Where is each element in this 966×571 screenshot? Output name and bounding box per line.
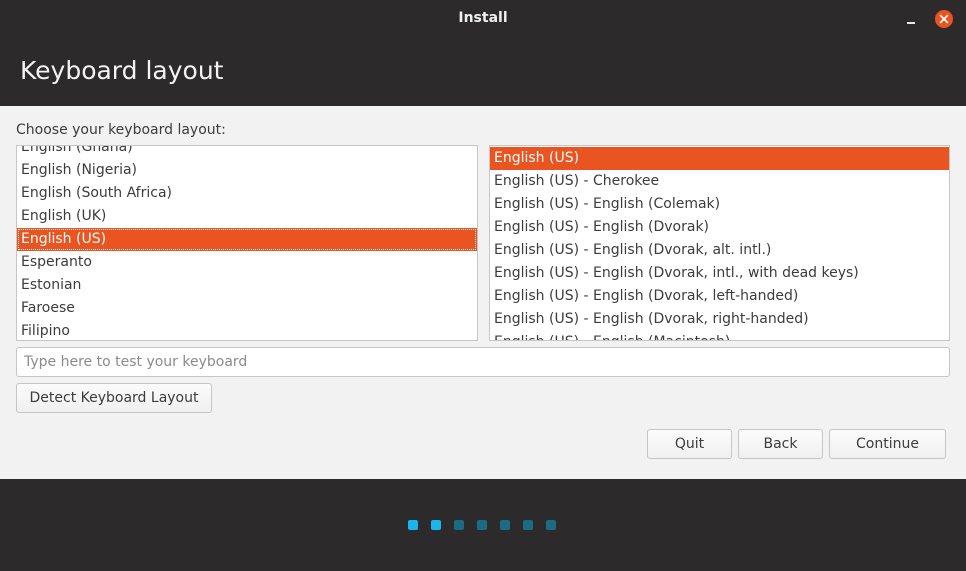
layout-list-item[interactable]: Filipino xyxy=(17,320,477,340)
keyboard-test-input[interactable] xyxy=(16,347,950,377)
layout-list-item[interactable]: Faroese xyxy=(17,297,477,320)
layout-list-item[interactable]: English (South Africa) xyxy=(17,182,477,205)
layout-list-item[interactable]: Esperanto xyxy=(17,251,477,274)
layout-list-item[interactable]: English (Nigeria) xyxy=(17,159,477,182)
variant-list-item[interactable]: English (US) - English (Dvorak) xyxy=(490,216,949,239)
window-titlebar: Install xyxy=(0,0,966,37)
layout-list-item[interactable]: English (US) xyxy=(17,228,477,251)
progress-dot xyxy=(408,520,418,530)
progress-dot xyxy=(500,520,510,530)
detect-layout-button[interactable]: Detect Keyboard Layout xyxy=(16,383,212,413)
page-header: Keyboard layout xyxy=(0,37,966,106)
variant-list-item[interactable]: English (US) - English (Colemak) xyxy=(490,193,949,216)
variant-list-item[interactable]: English (US) - English (Dvorak, left-han… xyxy=(490,285,949,308)
progress-dot xyxy=(431,520,441,530)
progress-dot xyxy=(454,520,464,530)
layout-list-item[interactable]: English (UK) xyxy=(17,205,477,228)
continue-button[interactable]: Continue xyxy=(829,429,946,459)
back-button[interactable]: Back xyxy=(738,429,823,459)
variant-list[interactable]: English (US) English (US) - Cherokee Engli… xyxy=(489,145,950,341)
progress-dot xyxy=(477,520,487,530)
variant-list-rows: English (US) English (US) - Cherokee Engli… xyxy=(490,147,949,340)
variant-list-item[interactable]: English (US) xyxy=(490,147,949,170)
progress-dot xyxy=(546,520,556,530)
progress-dots xyxy=(408,520,556,530)
quit-button[interactable]: Quit xyxy=(647,429,732,459)
layout-list[interactable]: English (Ghana) English (Nigeria) English … xyxy=(16,145,478,341)
variant-list-item[interactable]: English (US) - English (Macintosh) xyxy=(490,331,949,340)
variant-list-item[interactable]: English (US) - English (Dvorak, right-ha… xyxy=(490,308,949,331)
layout-prompt: Choose your keyboard layout: xyxy=(16,122,226,138)
variant-list-item[interactable]: English (US) - Cherokee xyxy=(490,170,949,193)
main-content: Choose your keyboard layout: English (Gh… xyxy=(0,106,966,479)
progress-dot xyxy=(523,520,533,530)
installer-footer xyxy=(0,479,966,571)
layout-list-item[interactable]: English (Ghana) xyxy=(17,146,477,159)
layout-list-rows: English (Ghana) English (Nigeria) English … xyxy=(17,146,477,340)
variant-list-item[interactable]: English (US) - English (Dvorak, alt. int… xyxy=(490,239,949,262)
close-icon[interactable] xyxy=(935,10,953,28)
layout-list-item[interactable]: Estonian xyxy=(17,274,477,297)
page-title: Keyboard layout xyxy=(20,56,224,85)
minimize-icon[interactable] xyxy=(902,10,920,28)
window-title: Install xyxy=(458,10,508,26)
variant-list-item[interactable]: English (US) - English (Dvorak, intl., w… xyxy=(490,262,949,285)
